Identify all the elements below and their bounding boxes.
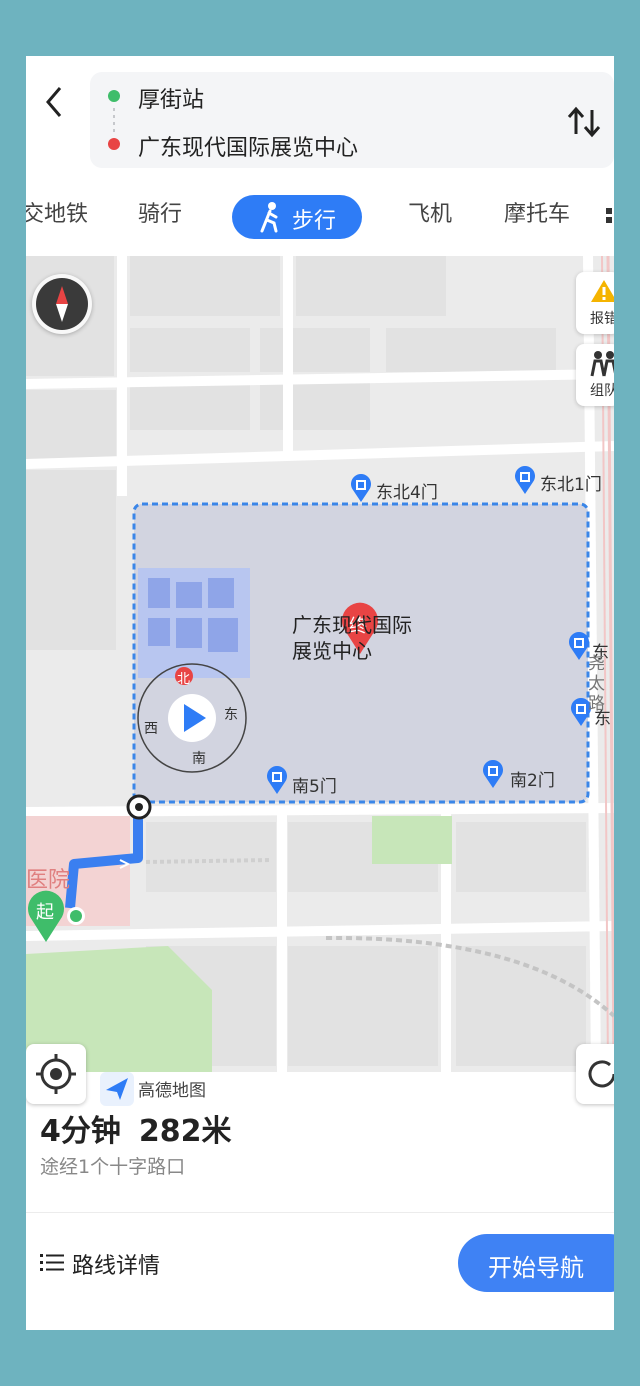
group-button[interactable]: 组队 xyxy=(576,344,614,406)
crosshair-icon xyxy=(36,1054,76,1094)
transport-tabs: 交地铁 骑行 步行 飞机 摩托车 xyxy=(26,186,614,246)
gate-ne1-label: 东北1门 xyxy=(540,475,602,495)
compass-south-label: 南 xyxy=(192,751,206,767)
venue-name: 广东现代国际 展览中心 xyxy=(292,612,412,664)
gate-pin-icon xyxy=(351,474,371,502)
route-header: 厚街站 广东现代国际展览中心 交地铁 骑行 步行 飞机 摩托车 xyxy=(26,56,614,256)
route-time: 4分钟 xyxy=(40,1114,121,1149)
route-via: 途经1个十字路口 xyxy=(40,1156,186,1178)
venue-name-line2: 展览中心 xyxy=(292,639,372,663)
refresh-button[interactable] xyxy=(576,1044,614,1104)
road-label: 尧太路 xyxy=(588,654,605,714)
group-label: 组队 xyxy=(590,383,614,399)
gate-s5-label: 南5门 xyxy=(292,777,337,797)
venue-name-line1: 广东现代国际 xyxy=(292,613,412,637)
walking-person-icon xyxy=(260,202,278,233)
compass-needle-icon xyxy=(36,278,88,330)
report-button[interactable]: 报错 xyxy=(576,272,614,334)
compass-east-label: 东 xyxy=(224,707,238,723)
gate-ne4-label: 东北4门 xyxy=(376,483,438,503)
gate-pin-icon xyxy=(569,632,589,660)
compass-north-label: 北 xyxy=(177,672,191,687)
tab-motorcycle[interactable]: 摩托车 xyxy=(504,196,570,228)
start-navigation-button[interactable]: 开始导航 xyxy=(458,1234,614,1292)
locate-me-button[interactable] xyxy=(26,1044,86,1104)
tab-cycling[interactable]: 骑行 xyxy=(138,196,182,228)
tab-flight[interactable]: 飞机 xyxy=(408,196,452,228)
start-navigation-label: 开始导航 xyxy=(488,1254,584,1282)
chevron-left-icon xyxy=(46,87,62,117)
list-icon xyxy=(40,1254,64,1271)
route-details-label: 路线详情 xyxy=(72,1254,161,1279)
amap-logo-text: 高德地图 xyxy=(138,1081,206,1101)
swap-arrows-icon xyxy=(567,106,601,138)
start-marker-label: 起 xyxy=(36,902,54,923)
destination-field[interactable]: 广东现代国际展览中心 xyxy=(138,130,358,162)
gate-pin-icon xyxy=(515,466,535,494)
route-input-box: 厚街站 广东现代国际展览中心 xyxy=(90,72,614,168)
compass-west-label: 西 xyxy=(144,721,158,737)
gate-pin-icon xyxy=(267,766,287,794)
report-label: 报错 xyxy=(590,311,614,327)
tab-walking-label: 步行 xyxy=(292,209,337,234)
map-canvas xyxy=(26,256,614,1072)
tab-walking[interactable]: 步行 xyxy=(232,195,362,239)
gate-pin-icon xyxy=(483,760,503,788)
tab-transit[interactable]: 交地铁 xyxy=(26,196,88,228)
refresh-icon xyxy=(588,1060,614,1088)
route-distance: 282米 xyxy=(138,1114,232,1149)
amap-logo-icon xyxy=(100,1072,134,1106)
route-connector xyxy=(113,108,115,132)
gate-s2-label: 南2门 xyxy=(510,771,555,791)
divider xyxy=(26,1212,614,1213)
destination-point-icon xyxy=(126,794,152,820)
origin-field[interactable]: 厚街站 xyxy=(138,82,204,114)
map-compass-button[interactable] xyxy=(32,274,92,334)
group-people-icon xyxy=(590,351,614,377)
phone-screen: 厚街站 广东现代国际展览中心 交地铁 骑行 步行 飞机 摩托车 北 东 南 西 … xyxy=(26,56,614,1330)
back-button[interactable] xyxy=(32,76,72,124)
warning-triangle-icon xyxy=(591,280,614,302)
start-dot-icon xyxy=(108,90,120,102)
swap-route-button[interactable] xyxy=(564,100,606,144)
more-tabs-icon[interactable] xyxy=(606,208,614,224)
map-view[interactable]: 北 东 南 西 东北4门 东北1门 南5门 南2门 东 东 尧太路 终 广东现代… xyxy=(26,256,614,1106)
route-summary: 4分钟 282米 xyxy=(40,1106,232,1150)
end-dot-icon xyxy=(108,138,120,150)
